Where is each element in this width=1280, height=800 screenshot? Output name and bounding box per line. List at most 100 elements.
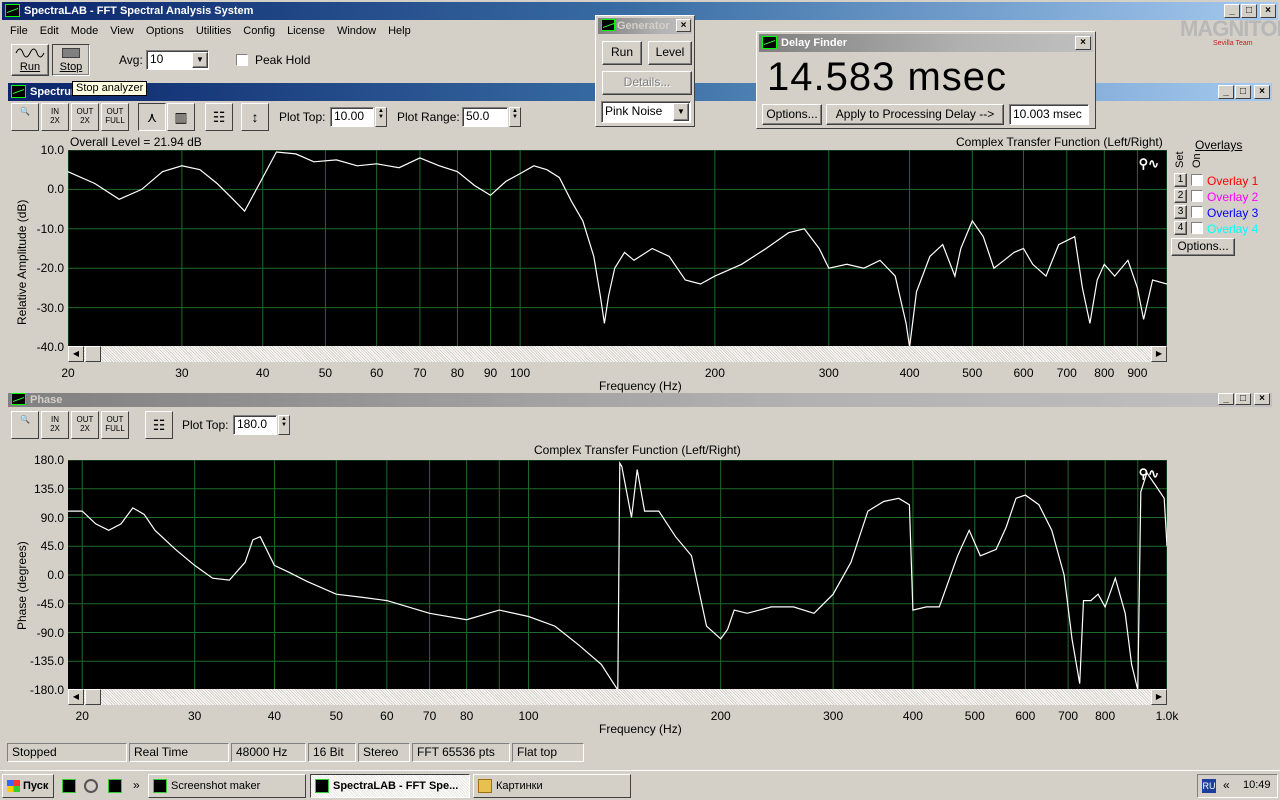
spectrum-scroll-right-icon[interactable]: ▶	[1151, 346, 1167, 362]
phase-maximize-button[interactable]: □	[1235, 393, 1251, 405]
zoom-out-full-icon[interactable]: OUT FULL	[101, 103, 129, 131]
quicklaunch-app-icon[interactable]	[108, 779, 122, 793]
spectrum-plot[interactable]: ⚲∿	[67, 149, 1168, 348]
run-button[interactable]: Run	[11, 44, 49, 76]
spectrum-minimize-button[interactable]: _	[1218, 85, 1234, 99]
overlay-2-checkbox[interactable]	[1191, 190, 1203, 202]
spectrum-plot-top-input[interactable]: 10.00	[330, 107, 374, 127]
y-tick-label: 10.0	[40, 143, 64, 157]
overlay-2-label: Overlay 2	[1207, 190, 1259, 204]
autoscale-icon[interactable]: ↕	[241, 103, 269, 131]
quicklaunch-more-icon[interactable]: »	[133, 778, 140, 792]
zoom-icon[interactable]: 🔍	[11, 103, 39, 131]
phase-close-button[interactable]: ×	[1254, 393, 1270, 405]
spectrum-plot-top-spinner[interactable]: ▲ ▼	[375, 107, 387, 127]
language-indicator[interactable]: RU	[1202, 779, 1216, 793]
task-button[interactable]: Картинки	[473, 774, 631, 798]
spectrum-scrollbar[interactable]: ◀ ▶	[68, 346, 1167, 362]
generator-window: Generator × Run Level Details... Pink No…	[595, 15, 695, 127]
phase-plot-top-input[interactable]: 180.0	[233, 415, 277, 435]
stop-label: Stop	[59, 61, 83, 73]
generator-run-button[interactable]: Run	[602, 41, 642, 65]
phase-zoom-in-2x-icon[interactable]: IN 2X	[41, 411, 69, 439]
spectrum-maximize-button[interactable]: □	[1235, 85, 1251, 99]
processing-delay-field[interactable]: 10.003 msec	[1009, 104, 1089, 125]
delay-finder-title-bar[interactable]: Delay Finder ×	[759, 34, 1093, 52]
generator-title-bar[interactable]: Generator ×	[598, 18, 692, 34]
noise-type-value: Pink Noise	[605, 104, 663, 118]
cursor-icon[interactable]: ⚲∿	[1139, 156, 1159, 172]
avg-dropdown-button[interactable]: ▼	[192, 52, 208, 68]
tray-expand-icon[interactable]: «	[1223, 778, 1230, 792]
overlay-1-set-button[interactable]: 1	[1174, 173, 1187, 187]
phase-title-bar[interactable]: Phase _ □ ×	[8, 393, 1272, 407]
clock: 10:49	[1243, 779, 1271, 791]
phase-cursor-icon[interactable]: ⚲∿	[1139, 466, 1159, 482]
phase-minimize-button[interactable]: _	[1218, 393, 1234, 405]
menu-edit[interactable]: Edit	[40, 25, 59, 37]
overlay-3-checkbox[interactable]	[1191, 206, 1203, 218]
phase-zoom-out-2x-icon[interactable]: OUT 2X	[71, 411, 99, 439]
menu-config[interactable]: Config	[243, 25, 275, 37]
noise-dropdown-button[interactable]: ▼	[673, 103, 689, 121]
menu-file[interactable]: File	[10, 25, 28, 37]
delay-finder-close-button[interactable]: ×	[1075, 36, 1091, 50]
menu-bar: File Edit Mode View Options Utilities Config Li…	[10, 25, 423, 41]
spectrum-scroll-thumb[interactable]	[85, 346, 101, 362]
delay-options-button[interactable]: Options...	[762, 104, 822, 125]
x-tick-label: 600	[1015, 709, 1036, 723]
spectrum-y-label: Relative Amplitude (dB)	[15, 199, 29, 325]
phase-plot[interactable]: ⚲∿	[68, 459, 1168, 693]
y-tick-label: -10.0	[36, 221, 64, 236]
menu-window[interactable]: Window	[337, 25, 376, 37]
app-icon	[5, 4, 20, 17]
menu-view[interactable]: View	[110, 25, 134, 37]
plot-range-input[interactable]: 50.0	[462, 107, 508, 127]
phase-scroll-right-icon[interactable]: ▶	[1151, 689, 1167, 705]
overlay-4-checkbox[interactable]	[1191, 222, 1203, 234]
overlay-1-checkbox[interactable]	[1191, 174, 1203, 186]
stop-button[interactable]: Stop	[52, 44, 90, 76]
menu-help[interactable]: Help	[388, 25, 411, 37]
phase-plot-top-spinner[interactable]: ▲ ▼	[278, 415, 290, 435]
plot-range-spinner[interactable]: ▲ ▼	[509, 107, 521, 127]
menu-options[interactable]: Options	[146, 25, 184, 37]
bar-plot-icon[interactable]: ▥	[167, 103, 195, 131]
phase-plot-properties-icon[interactable]: ☷	[145, 411, 173, 439]
menu-mode[interactable]: Mode	[71, 25, 99, 37]
quicklaunch-browser-icon[interactable]	[84, 779, 98, 793]
menu-utilities[interactable]: Utilities	[196, 25, 231, 37]
overlay-4-set-button[interactable]: 4	[1174, 221, 1187, 235]
zoom-in-2x-icon[interactable]: IN 2X	[41, 103, 69, 131]
y-tick-label: -45.0	[36, 596, 64, 611]
generator-details-button[interactable]: Details...	[602, 71, 692, 95]
start-button[interactable]: Пуск	[2, 774, 54, 798]
x-tick-label: 90	[483, 366, 498, 380]
task-button[interactable]: Screenshot maker	[148, 774, 306, 798]
phase-scroll-left-icon[interactable]: ◀	[68, 689, 84, 705]
zoom-out-2x-icon[interactable]: OUT 2X	[71, 103, 99, 131]
peak-hold-checkbox[interactable]	[236, 54, 248, 66]
apply-processing-delay-button[interactable]: Apply to Processing Delay -->	[826, 104, 1004, 125]
menu-license[interactable]: License	[287, 25, 325, 37]
phase-zoom-out-full-icon[interactable]: OUT FULL	[101, 411, 129, 439]
phase-scroll-thumb[interactable]	[85, 689, 101, 705]
plot-properties-icon[interactable]: ☷	[205, 103, 233, 131]
phase-zoom-icon[interactable]: 🔍	[11, 411, 39, 439]
tooltip: Stop analyzer	[72, 81, 148, 96]
spectrum-scroll-left-icon[interactable]: ◀	[68, 346, 84, 362]
overlay-options-button[interactable]: Options...	[1171, 238, 1235, 256]
overlay-3-set-button[interactable]: 3	[1174, 205, 1187, 219]
generator-close-button[interactable]: ×	[676, 19, 691, 32]
overlay-2-set-button[interactable]: 2	[1174, 189, 1187, 203]
line-plot-icon[interactable]: ⋏	[138, 103, 166, 131]
overall-level: Overall Level = 21.94 dB	[70, 135, 202, 149]
phase-scrollbar[interactable]: ◀ ▶	[68, 689, 1167, 705]
generator-icon	[601, 19, 615, 31]
x-tick-label: 40	[256, 366, 270, 380]
spectrum-subtitle: Complex Transfer Function (Left/Right)	[956, 135, 1163, 149]
task-button[interactable]: SpectraLAB - FFT Spe...	[310, 774, 470, 798]
quicklaunch-spectralab-icon[interactable]	[62, 779, 76, 793]
generator-level-button[interactable]: Level	[648, 41, 692, 65]
spectrum-close-button[interactable]: ×	[1254, 85, 1270, 99]
